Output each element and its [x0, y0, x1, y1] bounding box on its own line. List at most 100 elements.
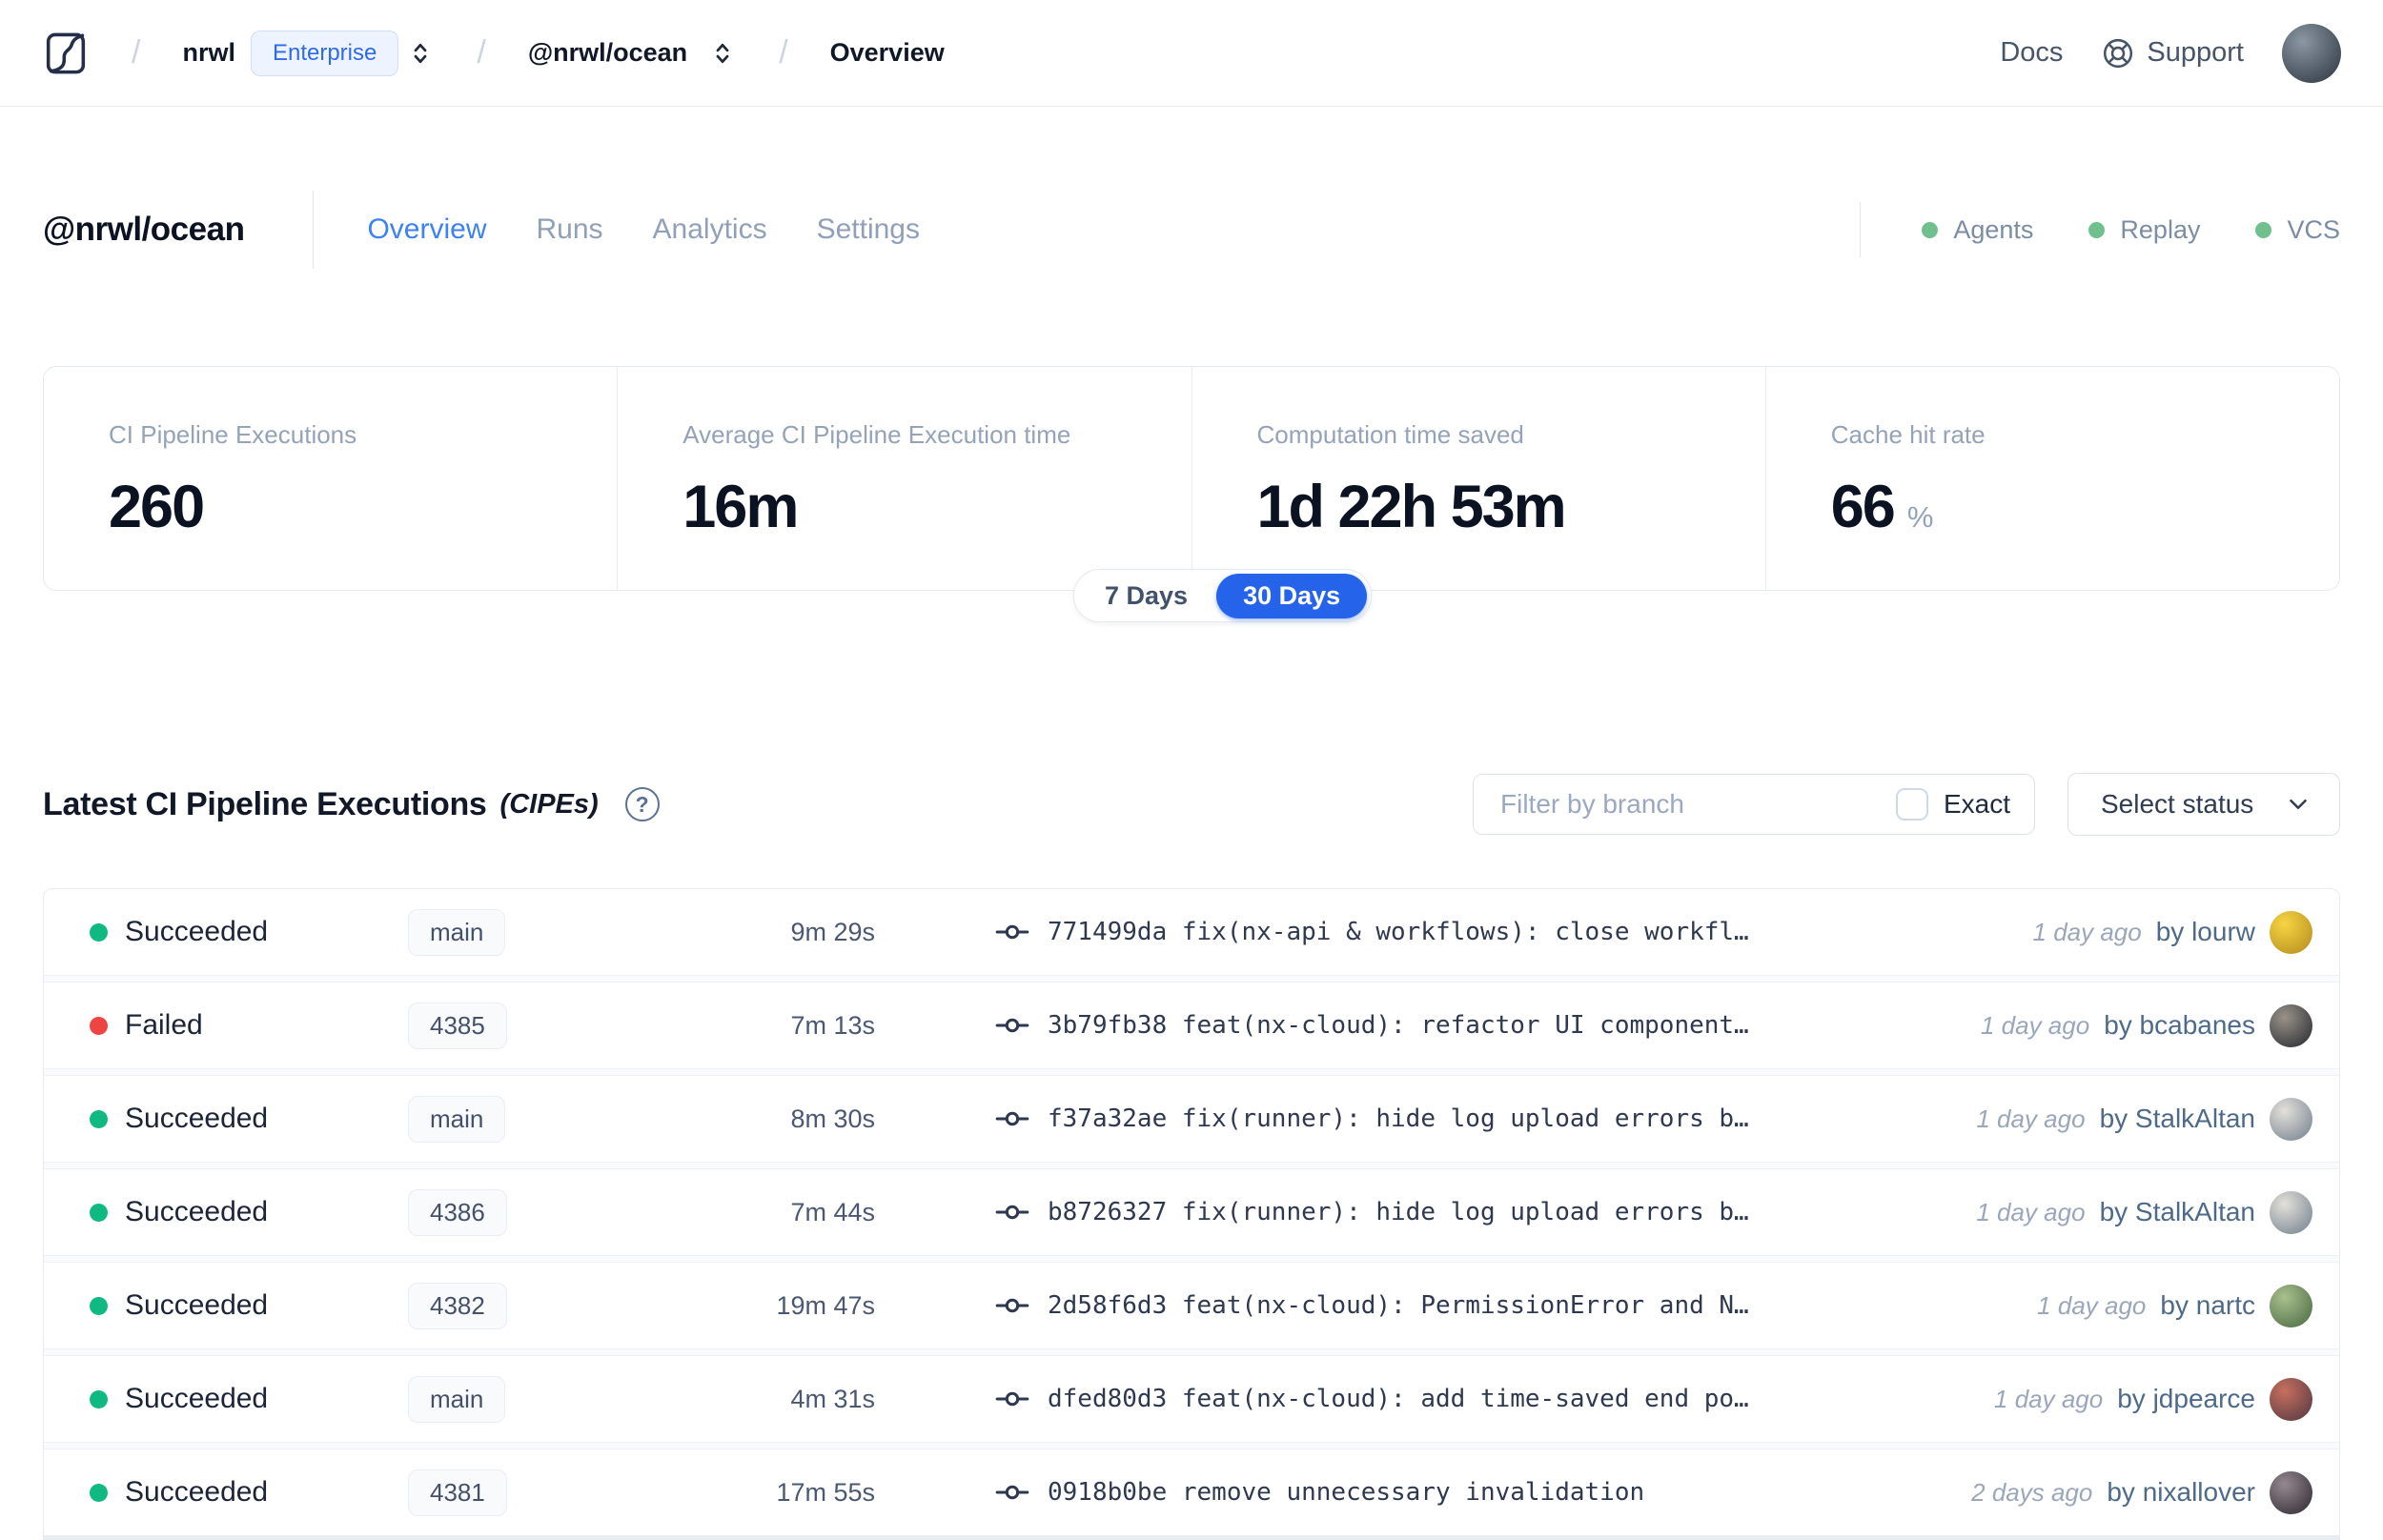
date-range-toggle: 7 Days 30 Days: [1073, 569, 1373, 622]
author-avatar: [2270, 910, 2312, 954]
feature-indicators: Agents Replay VCS: [1922, 215, 2340, 245]
branch-badge[interactable]: 4386: [408, 1188, 507, 1236]
status-dot-icon: [90, 922, 108, 942]
status-dot-icon: [90, 1109, 108, 1128]
stat-card-computation-time-saved: Computation time saved 1d 22h 53m: [1191, 367, 1765, 590]
status-dot-icon: [90, 1389, 108, 1408]
breadcrumb-separator: /: [779, 34, 788, 71]
workspace-switcher-chevrons-icon[interactable]: [708, 39, 737, 68]
branch-badge[interactable]: 4385: [408, 1002, 507, 1049]
commit-message: 0918b0be remove unnecessary invalidation: [1048, 1478, 1645, 1507]
stat-value: 260: [109, 474, 205, 540]
support-link[interactable]: Support: [2101, 36, 2244, 71]
time-ago-label: 1 day ago: [1976, 1104, 2086, 1133]
breadcrumb-separator: /: [132, 34, 141, 71]
commit-message: b8726327 fix(runner): hide log upload er…: [1048, 1198, 1749, 1226]
cipe-table-row[interactable]: Succeeded main 9m 29s 771499da fix(nx-ap…: [44, 889, 2339, 975]
cipe-table-row[interactable]: Failed 4385 7m 13s 3b79fb38 feat(nx-clou…: [44, 983, 2339, 1068]
help-icon[interactable]: ?: [624, 787, 660, 821]
status-dot-icon: [90, 1296, 108, 1315]
table-filters: Exact Select status: [1473, 773, 2340, 836]
stat-card-average-execution-time: Average CI Pipeline Execution time 16m: [617, 367, 1191, 590]
status-label: Succeeded: [125, 916, 269, 947]
page-title: @nrwl/ocean: [43, 211, 245, 248]
branch-badge[interactable]: main: [408, 1095, 506, 1143]
commit-message: 2d58f6d3 feat(nx-cloud): PermissionError…: [1048, 1291, 1749, 1320]
cipe-table-row[interactable]: Succeeded 4386 7m 44s b8726327 fix(runne…: [44, 1169, 2339, 1255]
org-switcher-chevrons-icon[interactable]: [406, 39, 435, 68]
duration-label: 17m 55s: [776, 1477, 875, 1507]
branch-filter-input[interactable]: [1474, 775, 1871, 834]
tab-runs[interactable]: Runs: [537, 213, 603, 246]
commit-message: 771499da fix(nx-api & workflows): close …: [1048, 918, 1749, 946]
cipe-table: Succeeded main 9m 29s 771499da fix(nx-ap…: [43, 888, 2340, 1540]
top-navigation-bar: / nrwl Enterprise / @nrwl/ocean / Overvi…: [0, 0, 2383, 107]
git-commit-icon: [994, 1287, 1030, 1324]
row-separator: [44, 975, 2339, 983]
breadcrumb-workspace[interactable]: @nrwl/ocean: [528, 38, 687, 68]
status-label: Succeeded: [125, 1289, 269, 1321]
author-avatar: [2270, 1470, 2312, 1514]
author-label: by StalkAltan: [2099, 1104, 2255, 1133]
cipe-table-row[interactable]: Succeeded 4382 19m 47s 2d58f6d3 feat(nx-…: [44, 1263, 2339, 1348]
status-label: Succeeded: [125, 1383, 269, 1414]
org-plan-badge[interactable]: Enterprise: [250, 30, 399, 76]
indicator-replay[interactable]: Replay: [2088, 215, 2200, 245]
author-label: by lourw: [2155, 917, 2255, 946]
row-separator: [44, 1255, 2339, 1263]
time-ago-label: 1 day ago: [2032, 917, 2142, 946]
branch-badge[interactable]: 4381: [408, 1469, 507, 1516]
indicator-agents[interactable]: Agents: [1922, 215, 2033, 245]
author-avatar: [2270, 1284, 2312, 1327]
branch-badge[interactable]: main: [408, 1375, 506, 1423]
docs-link[interactable]: Docs: [2000, 37, 2063, 69]
git-commit-icon: [994, 914, 1030, 950]
duration-label: 8m 30s: [790, 1104, 875, 1133]
tab-overview[interactable]: Overview: [367, 213, 486, 246]
chevron-down-icon: [2284, 790, 2312, 819]
agents-status-dot-icon: [1922, 221, 1939, 238]
breadcrumb-current-page[interactable]: Overview: [830, 38, 945, 68]
user-avatar[interactable]: [2282, 23, 2341, 83]
nx-cloud-logo-icon[interactable]: [42, 30, 90, 77]
status-select-dropdown[interactable]: Select status: [2067, 773, 2340, 836]
time-ago-label: 1 day ago: [1976, 1197, 2086, 1226]
cipe-table-row[interactable]: Succeeded main 8m 30s f37a32ae fix(runne…: [44, 1076, 2339, 1162]
docs-link-label: Docs: [2000, 37, 2064, 68]
duration-label: 4m 31s: [790, 1384, 875, 1413]
stat-value: 66: [1830, 474, 1896, 540]
tab-settings[interactable]: Settings: [817, 213, 920, 246]
breadcrumb-org[interactable]: nrwl: [182, 38, 235, 68]
cipe-table-row[interactable]: Succeeded main 4m 31s dfed80d3 feat(nx-c…: [44, 1356, 2339, 1442]
commit-message: 3b79fb38 feat(nx-cloud): refactor UI com…: [1048, 1011, 1749, 1040]
row-separator: [44, 1442, 2339, 1449]
exact-checkbox-label[interactable]: Exact: [1944, 789, 2010, 820]
git-commit-icon: [994, 1007, 1030, 1044]
branch-filter-group: Exact: [1473, 774, 2035, 835]
git-commit-icon: [994, 1194, 1030, 1230]
commit-message: dfed80d3 feat(nx-cloud): add time-saved …: [1048, 1385, 1749, 1413]
title-tabs-divider: [313, 191, 315, 269]
cipe-table-row[interactable]: Succeeded 4381 17m 55s 0918b0be remove u…: [44, 1449, 2339, 1535]
replay-status-dot-icon: [2088, 221, 2106, 238]
indicator-vcs[interactable]: VCS: [2255, 215, 2340, 245]
toggle-7-days[interactable]: 7 Days: [1078, 574, 1214, 618]
workspace-header: @nrwl/ocean Overview Runs Analytics Sett…: [43, 187, 2340, 273]
exact-checkbox[interactable]: [1896, 788, 1928, 821]
tab-analytics[interactable]: Analytics: [653, 213, 767, 246]
stat-card-cache-hit-rate: Cache hit rate 66%: [1764, 367, 2339, 590]
cipe-section-header: Latest CI Pipeline Executions (CIPEs) ? …: [43, 772, 2340, 837]
status-dot-icon: [90, 1483, 108, 1502]
status-label: Succeeded: [125, 1196, 269, 1227]
duration-label: 7m 13s: [790, 1010, 875, 1040]
branch-badge[interactable]: main: [408, 908, 506, 956]
status-select-label: Select status: [2101, 789, 2254, 819]
stat-value: 16m: [682, 474, 799, 540]
branch-badge[interactable]: 4382: [408, 1282, 507, 1329]
toggle-30-days[interactable]: 30 Days: [1216, 573, 1368, 618]
status-label: Failed: [125, 1009, 203, 1041]
commit-message: f37a32ae fix(runner): hide log upload er…: [1048, 1104, 1749, 1133]
status-dot-icon: [90, 1016, 108, 1035]
author-label: by jdpearce: [2117, 1384, 2255, 1413]
topbar-right-actions: Docs Support: [2000, 23, 2341, 83]
